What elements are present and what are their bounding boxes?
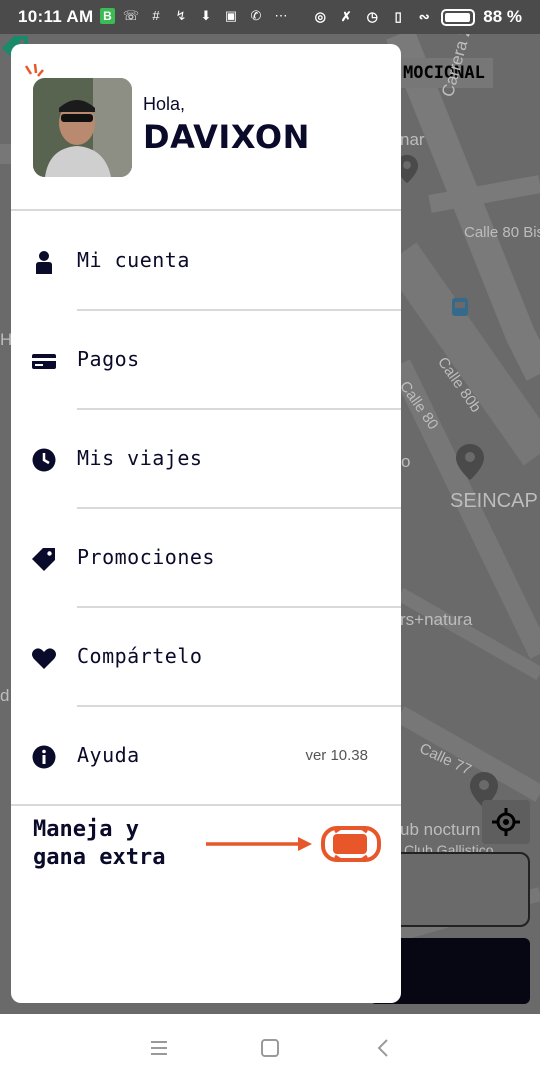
menu-item-label: Mis viajes (77, 446, 203, 470)
map-label-club: ub nocturn (400, 820, 481, 839)
system-icons: ◎ ✗ ◷ ▯ ∾ 88 % (311, 7, 522, 27)
menu-item-label: Compártelo (77, 644, 203, 668)
status-bar: 10:11 AM B ☏ # ↯ ⬇ ▣ ✆ ⋯ ◎ ✗ ◷ ▯ ∾ 88 % (0, 0, 540, 34)
menu-item-label: Pagos (77, 347, 140, 371)
menu-item-pagos[interactable]: Pagos (11, 311, 401, 410)
clock-icon (32, 448, 56, 472)
avatar[interactable] (33, 78, 132, 177)
app-version: ver 10.38 (305, 747, 368, 764)
map-label-nar: nar (400, 130, 425, 149)
drawer-header: Hola, DAVIXON (11, 44, 401, 211)
tag-icon (32, 548, 55, 571)
menu-item-mi-cuenta[interactable]: Mi cuenta (11, 212, 401, 311)
menu-item-label: Mi cuenta (77, 248, 190, 272)
messenger-icon: ↯ (175, 8, 187, 23)
home-icon[interactable] (256, 1034, 284, 1062)
map-label-calle80bis: Calle 80 Bis (464, 224, 540, 241)
map-label-d: d (0, 686, 10, 705)
back-icon[interactable] (369, 1034, 397, 1062)
profile-photo (33, 78, 132, 177)
mute-icon: ✗ (340, 9, 352, 24)
phone-icon: ✆ (250, 8, 262, 23)
notification-icons: B ☏ # ↯ ⬇ ▣ ✆ ⋯ (100, 7, 290, 25)
battery-icon (441, 8, 476, 26)
menu-item-promociones[interactable]: Promociones (11, 509, 401, 608)
heart-icon (32, 648, 56, 669)
menu-item-compartelo[interactable]: Compártelo (11, 608, 401, 707)
system-nav-bar (0, 1014, 540, 1080)
map-label-o: o (401, 452, 411, 471)
info-icon (32, 745, 56, 769)
download-icon: ⬇ (200, 8, 212, 23)
battery-percent: 88 % (483, 7, 522, 26)
map-label-seincap: SEINCAP (450, 490, 538, 512)
crosshair-icon (492, 808, 520, 836)
menu-item-label: Promociones (77, 545, 215, 569)
signal-icon: ▯ (394, 9, 402, 24)
map-label-natura: rs+natura (400, 610, 473, 629)
menu-item-ayuda[interactable]: Ayuda ver 10.38 (11, 707, 401, 806)
wifi-icon: ∾ (418, 9, 430, 24)
status-time: 10:11 AM (18, 7, 94, 26)
drive-cta-text: Maneja y gana extra (33, 817, 166, 870)
slack-icon: # (152, 8, 160, 23)
b-app-icon: B (100, 8, 115, 24)
gallery-icon: ▣ (224, 8, 238, 23)
my-location-button[interactable] (482, 800, 530, 844)
navigation-drawer: Hola, DAVIXON Mi cuenta Pagos Mis viajes… (11, 44, 401, 1003)
person-icon (36, 251, 52, 274)
hotspot-icon: ◎ (314, 9, 326, 24)
greeting-text: Hola, (143, 94, 186, 114)
drawer-menu: Mi cuenta Pagos Mis viajes Promociones C… (11, 212, 401, 806)
more-icon: ⋯ (274, 8, 288, 23)
user-name: DAVIXON (143, 118, 310, 156)
map-pin-icon[interactable] (456, 444, 484, 480)
menu-item-mis-viajes[interactable]: Mis viajes (11, 410, 401, 509)
drive-and-earn-banner[interactable]: Maneja y gana extra (11, 806, 401, 886)
menu-item-label: Ayuda (77, 743, 140, 767)
whatsapp-icon: ☏ (122, 8, 140, 23)
card-icon (32, 354, 56, 369)
arrow-right-icon (206, 837, 312, 851)
menu-icon[interactable] (145, 1034, 173, 1062)
car-icon (321, 826, 381, 862)
bus-stop-icon[interactable] (452, 298, 468, 316)
alarm-icon: ◷ (366, 9, 378, 24)
